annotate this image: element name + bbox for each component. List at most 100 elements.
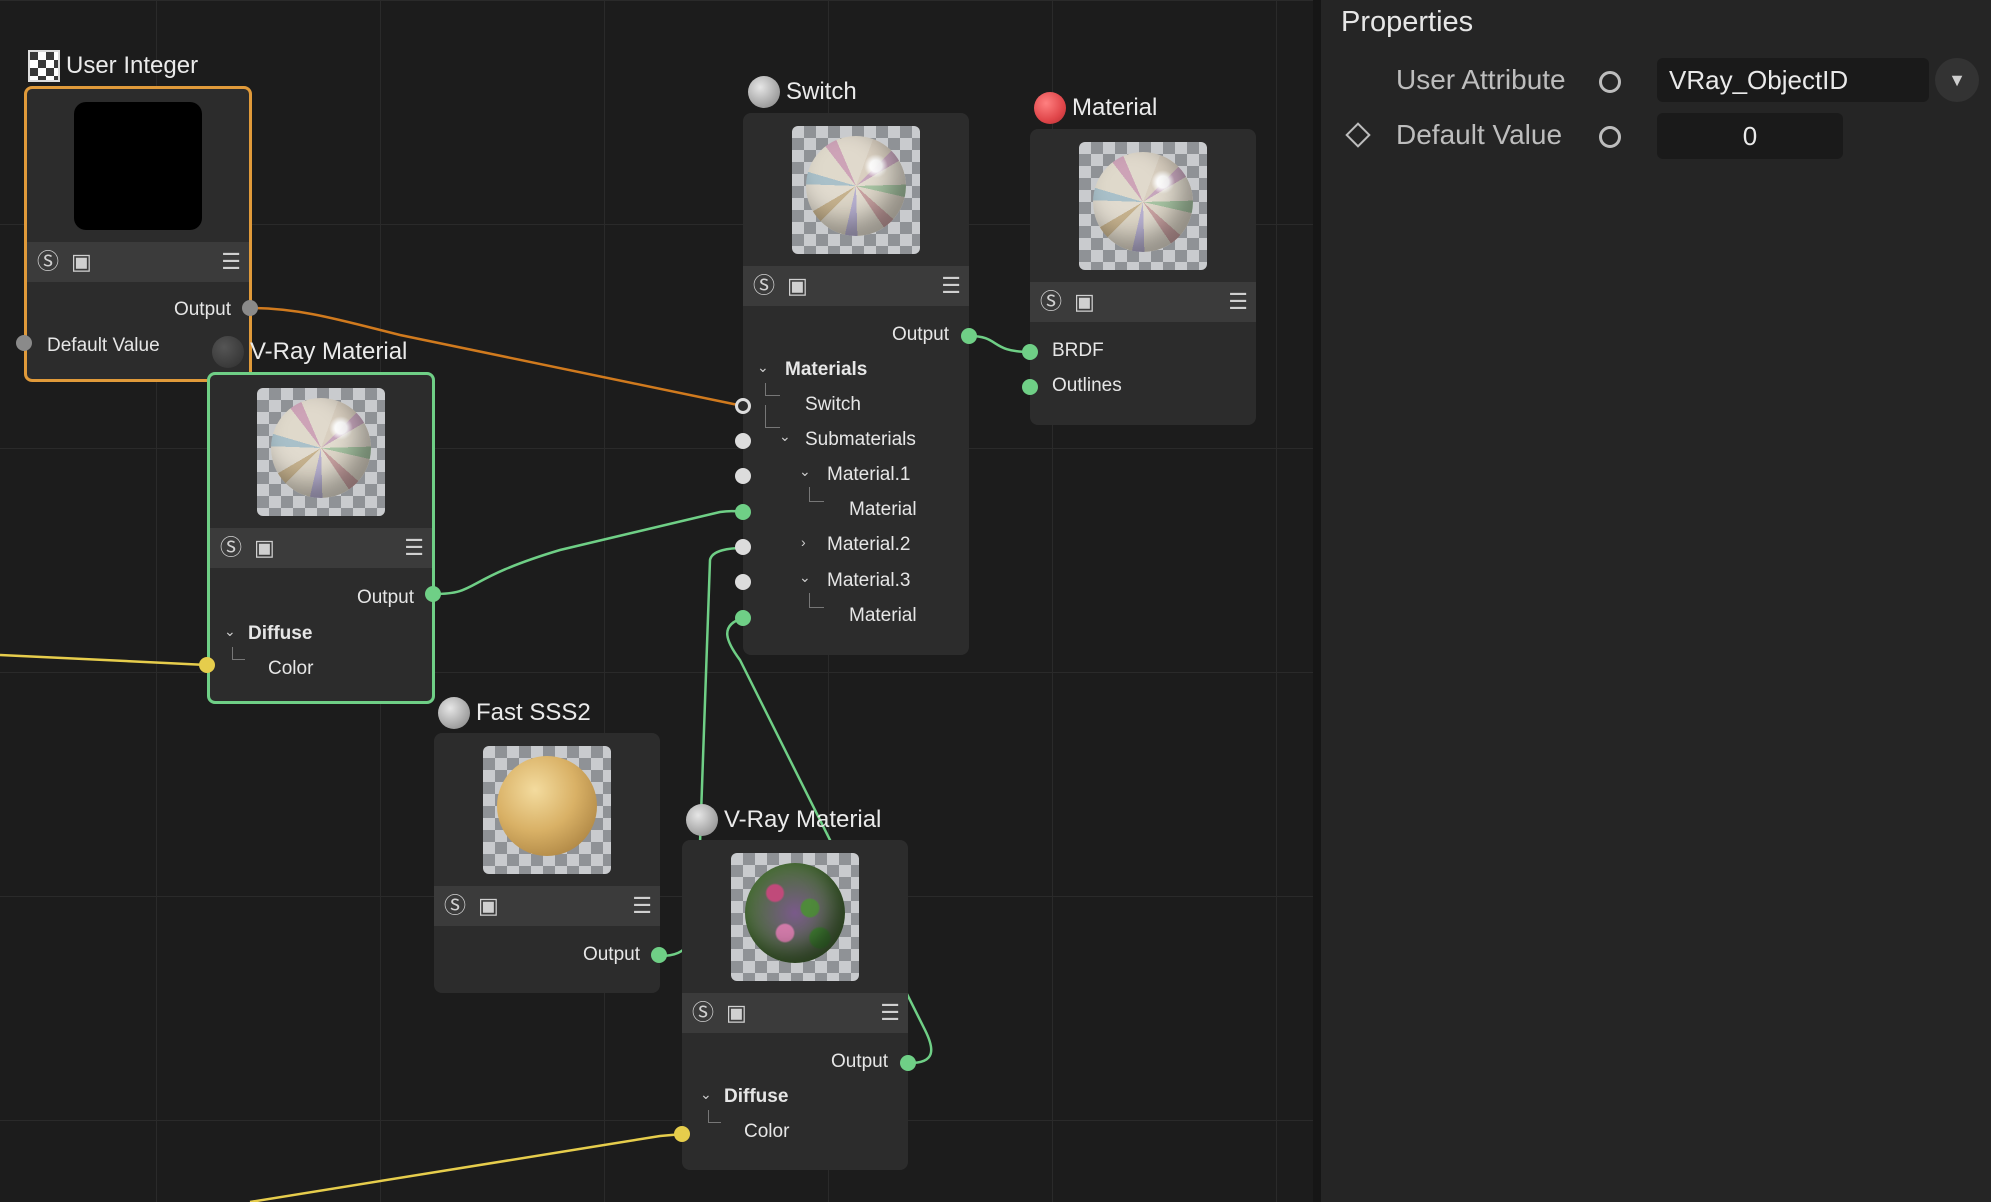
dropdown-arrow-icon[interactable]: ▼ — [1935, 58, 1979, 102]
chevron-down-icon[interactable]: ⌄ — [224, 623, 236, 640]
material-outlines-port[interactable] — [1022, 379, 1038, 395]
switch-switch-port[interactable] — [735, 398, 751, 414]
vray-material-2-toolbar: Ⓢ ▣ ☰ — [682, 993, 908, 1033]
vray-material-1-title: V-Ray Material — [212, 336, 407, 368]
material-preview — [1079, 142, 1207, 270]
wire-left-to-vray2-color[interactable] — [249, 1132, 684, 1202]
checker-icon — [28, 50, 60, 82]
menu-icon[interactable]: ☰ — [1228, 290, 1248, 314]
solo-icon[interactable]: Ⓢ — [444, 894, 466, 918]
vray-material-1-color-port[interactable] — [199, 657, 215, 673]
image-icon[interactable]: ▣ — [478, 894, 499, 918]
solo-icon[interactable]: Ⓢ — [37, 250, 59, 274]
switch-node[interactable]: Ⓢ ▣ ☰ Output ⌄ Materials Switch ⌄ Submat… — [743, 113, 969, 655]
menu-icon[interactable]: ☰ — [404, 536, 424, 560]
tree-connector — [708, 1110, 721, 1123]
default-value-field[interactable]: 0 — [1657, 113, 1843, 159]
material-brdf-port[interactable] — [1022, 344, 1038, 360]
image-icon[interactable]: ▣ — [787, 274, 808, 298]
tree-connector — [809, 593, 824, 608]
fast-sss2-output-port[interactable] — [651, 947, 667, 963]
user-integer-default-value-port[interactable] — [16, 335, 32, 351]
solo-icon[interactable]: Ⓢ — [753, 274, 775, 298]
solo-icon[interactable]: Ⓢ — [1040, 290, 1062, 314]
switch-material2-label[interactable]: Material.2 — [827, 534, 910, 556]
tree-connector — [765, 383, 780, 396]
vray-material-2-color-port[interactable] — [674, 1126, 690, 1142]
material-ball-icon — [1034, 92, 1066, 124]
solo-icon[interactable]: Ⓢ — [220, 536, 242, 560]
switch-material1-port[interactable] — [735, 468, 751, 484]
node-editor-canvas[interactable]: User Integer Ⓢ ▣ ☰ Output Default Value … — [0, 0, 1313, 1202]
user-integer-title: User Integer — [28, 50, 198, 82]
switch-submaterials-label[interactable]: Submaterials — [805, 429, 916, 451]
vray-material-2-title-text: V-Ray Material — [724, 806, 882, 833]
wire-left-to-vray1-color[interactable] — [0, 653, 208, 667]
user-attribute-field[interactable]: VRay_ObjectID — [1657, 58, 1929, 102]
vray-material-2-diffuse-label[interactable]: Diffuse — [724, 1086, 788, 1108]
switch-output-port[interactable] — [961, 328, 977, 344]
vray-material-1-output-port[interactable] — [425, 586, 441, 602]
switch-material3-port[interactable] — [735, 574, 751, 590]
chevron-down-icon[interactable]: ⌄ — [799, 569, 811, 586]
fast-sss2-output-label: Output — [582, 944, 640, 965]
vray-material-2-node[interactable]: Ⓢ ▣ ☰ Output ⌄ Diffuse Color — [682, 840, 908, 1170]
default-value-label: Default Value — [1396, 119, 1563, 150]
chevron-down-icon[interactable]: ⌄ — [757, 359, 769, 376]
switch-materials-label[interactable]: Materials — [785, 359, 867, 381]
switch-submaterials-port[interactable] — [735, 433, 751, 449]
animate-ring-icon[interactable] — [1599, 71, 1621, 93]
vray-material-2-color-label: Color — [744, 1121, 790, 1142]
material-toolbar: Ⓢ ▣ ☰ — [1030, 282, 1256, 322]
menu-icon[interactable]: ☰ — [632, 894, 652, 918]
chevron-right-icon[interactable]: › — [801, 534, 806, 550]
fast-sss2-title: Fast SSS2 — [438, 697, 591, 729]
user-integer-preview — [74, 102, 202, 230]
vray-material-1-toolbar: Ⓢ ▣ ☰ — [210, 528, 432, 568]
user-integer-output-port[interactable] — [242, 300, 258, 316]
switch-switch-label: Switch — [805, 394, 861, 415]
fast-sss2-toolbar: Ⓢ ▣ ☰ — [434, 886, 660, 926]
properties-title: Properties — [1341, 6, 1474, 38]
vray-material-1-title-text: V-Ray Material — [250, 338, 408, 365]
image-icon[interactable]: ▣ — [1074, 290, 1095, 314]
switch-material1-label[interactable]: Material.1 — [827, 464, 910, 486]
switch-title-text: Switch — [786, 78, 857, 105]
switch-material1-material-port[interactable] — [735, 504, 751, 520]
default-value-value: 0 — [1742, 120, 1758, 151]
user-attribute-value: VRay_ObjectID — [1669, 64, 1849, 95]
vray-material-1-diffuse-label[interactable]: Diffuse — [248, 623, 312, 645]
image-icon[interactable]: ▣ — [71, 250, 92, 274]
switch-material2-port[interactable] — [735, 539, 751, 555]
chevron-down-icon[interactable]: ⌄ — [779, 428, 791, 445]
material-title: Material — [1034, 92, 1157, 124]
vray-material-2-title: V-Ray Material — [686, 804, 881, 836]
switch-output-label: Output — [891, 324, 949, 345]
vray-material-1-node[interactable]: Ⓢ ▣ ☰ Output ⌄ Diffuse Color — [207, 372, 435, 704]
switch-preview — [792, 126, 920, 254]
vray-material-1-color-label: Color — [268, 658, 314, 679]
menu-icon[interactable]: ☰ — [941, 274, 961, 298]
vray-material-1-output-label: Output — [356, 587, 414, 608]
chevron-down-icon[interactable]: ⌄ — [700, 1086, 712, 1103]
chevron-down-icon[interactable]: ⌄ — [799, 463, 811, 480]
image-icon[interactable]: ▣ — [726, 1001, 747, 1025]
vray-material-1-preview — [257, 388, 385, 516]
switch-material3-label[interactable]: Material.3 — [827, 570, 910, 592]
material-ball-icon — [438, 697, 470, 729]
wire-vray1-to-material1[interactable] — [433, 509, 744, 596]
menu-icon[interactable]: ☰ — [880, 1001, 900, 1025]
fast-sss2-node[interactable]: Ⓢ ▣ ☰ Output — [434, 733, 660, 993]
menu-icon[interactable]: ☰ — [221, 250, 241, 274]
image-icon[interactable]: ▣ — [254, 536, 275, 560]
solo-icon[interactable]: Ⓢ — [692, 1001, 714, 1025]
animate-ring-icon[interactable] — [1599, 126, 1621, 148]
keyframe-diamond-icon[interactable] — [1345, 122, 1371, 148]
vray-material-2-output-port[interactable] — [900, 1055, 916, 1071]
user-integer-default-value-label: Default Value — [47, 335, 160, 356]
switch-material3-material-label: Material — [849, 605, 917, 626]
panel-divider[interactable] — [1313, 0, 1321, 1202]
switch-material3-material-port[interactable] — [735, 610, 751, 626]
wire-switch-to-brdf[interactable] — [969, 334, 1031, 354]
material-node[interactable]: Ⓢ ▣ ☰ BRDF Outlines — [1030, 129, 1256, 425]
